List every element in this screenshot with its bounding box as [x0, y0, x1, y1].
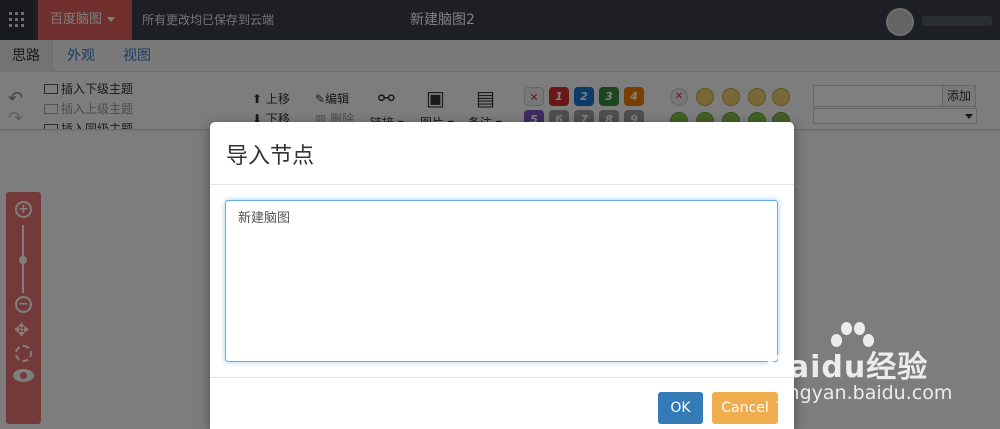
dialog-header-divider: [210, 184, 794, 185]
dialog-footer-divider: [210, 377, 794, 378]
cancel-button[interactable]: Cancel: [712, 392, 778, 424]
ok-button[interactable]: OK: [658, 392, 703, 424]
import-textarea[interactable]: 新建脑图: [225, 200, 778, 362]
dialog-title: 导入节点: [226, 144, 315, 169]
import-node-dialog: 导入节点 新建脑图 OK Cancel: [210, 122, 794, 429]
